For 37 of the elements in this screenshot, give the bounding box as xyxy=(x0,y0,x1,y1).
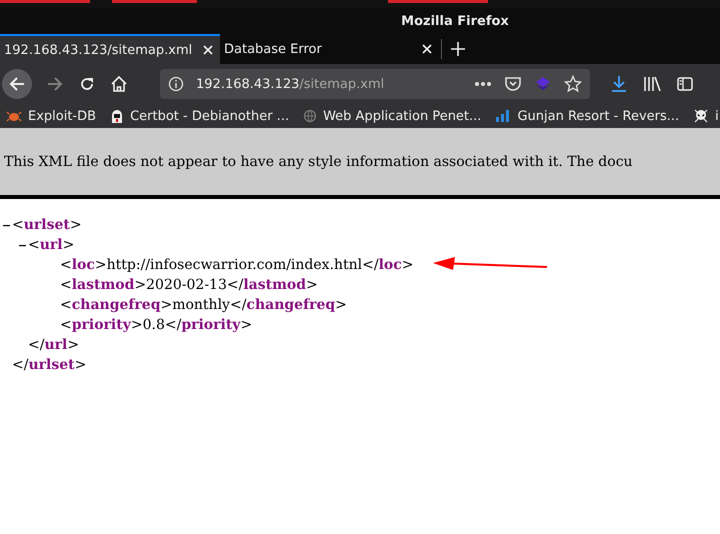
xml-element-line: <priority>0.8</priority> xyxy=(60,316,252,335)
pocket-icon[interactable] xyxy=(504,75,522,93)
info-icon[interactable] xyxy=(168,76,184,92)
bookmark-item[interactable]: Web Application Penet... xyxy=(303,108,482,124)
info-message: This XML file does not appear to have any style information associated with it. The docu xyxy=(4,154,633,170)
xml-element-line: <lastmod>2020-02-13</lastmod> xyxy=(60,276,318,295)
reload-icon[interactable] xyxy=(78,75,96,93)
back-button[interactable] xyxy=(2,69,32,99)
bug-icon xyxy=(6,109,22,123)
xml-open-tag: <urlset> xyxy=(12,215,82,235)
browser-tab[interactable]: Database Error xyxy=(220,34,439,64)
xml-element-line: <changefreq>monthly</changefreq> xyxy=(60,296,347,315)
close-icon[interactable] xyxy=(421,43,433,55)
robot-icon xyxy=(110,108,124,124)
download-icon[interactable] xyxy=(610,75,628,93)
star-icon[interactable] xyxy=(564,75,582,93)
bar-chart-icon xyxy=(495,109,512,123)
window-title: Mozilla Firefox xyxy=(401,14,509,28)
bookmark-item[interactable]: Gunjan Resort - Revers... xyxy=(495,108,680,124)
close-icon[interactable] xyxy=(202,44,214,56)
globe-icon xyxy=(303,109,318,123)
xml-open-tag: <url> xyxy=(28,235,74,255)
bookmark-item[interactable]: i xyxy=(693,108,719,124)
library-icon[interactable] xyxy=(642,75,662,93)
back-arrow-icon xyxy=(8,75,26,93)
more-icon[interactable] xyxy=(474,81,492,87)
xml-close-tag: </urlset> xyxy=(12,355,86,375)
xml-element-line: <loc>http://infosecwarrior.com/index.htnl</loc> xyxy=(60,256,414,275)
browser-tab[interactable]: 192.168.43.123/sitemap.xml xyxy=(0,34,220,64)
sidebar-icon[interactable] xyxy=(676,75,694,93)
new-tab-icon[interactable] xyxy=(450,41,466,57)
skull-icon xyxy=(693,108,710,124)
bookmark-item[interactable]: Exploit-DB xyxy=(6,108,96,124)
home-icon[interactable] xyxy=(110,75,128,93)
address-field[interactable]: 192.168.43.123/sitemap.xml xyxy=(160,69,590,99)
bookmark-item[interactable]: Certbot - Debianother ... xyxy=(110,108,290,124)
xml-close-tag: </url> xyxy=(28,335,80,355)
